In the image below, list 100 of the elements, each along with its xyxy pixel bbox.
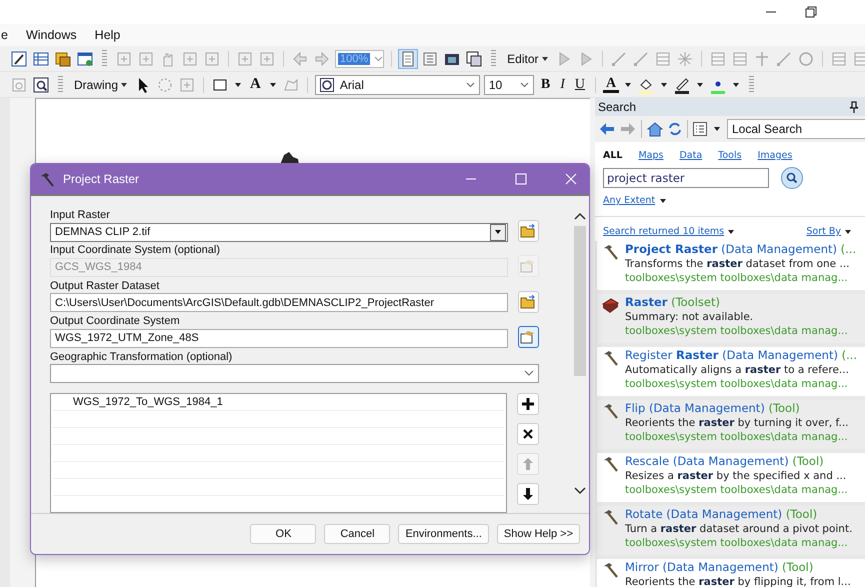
grid-icon[interactable] <box>178 76 196 94</box>
result-title[interactable]: Flip (Data Management) (Tool) <box>625 401 849 416</box>
result-path: toolboxes\system toolboxes\data manag... <box>625 271 849 285</box>
list-item[interactable]: WGS_1972_To_WGS_1984_1 <box>73 396 223 408</box>
line-icon[interactable] <box>774 50 792 68</box>
drawing-menu[interactable]: Drawing <box>71 78 130 92</box>
magnifier-icon[interactable] <box>32 76 50 94</box>
editor-menu[interactable]: Editor <box>504 52 550 66</box>
font-size-combo[interactable]: 10 <box>484 74 534 94</box>
input-field[interactable]: WGS_1972_UTM_Zone_48S <box>50 328 508 348</box>
grid-icon[interactable] <box>852 50 865 68</box>
grid-icon[interactable] <box>708 50 726 68</box>
sort-link[interactable]: Sort By <box>806 226 841 237</box>
result-title[interactable]: Rotate (Data Management) (Tool) <box>625 507 852 522</box>
arrow-icon[interactable] <box>291 50 309 68</box>
dialog-button[interactable]: OK <box>250 524 316 544</box>
add-button[interactable] <box>517 393 539 416</box>
field-label: Input Raster <box>50 208 111 222</box>
forward-icon[interactable] <box>620 122 636 136</box>
input-raster-combo[interactable]: DEMNAS CLIP 2.tif <box>50 222 508 242</box>
grid-icon[interactable] <box>115 50 133 68</box>
search-result[interactable]: Project Raster (Data Management) (... Transforms the raster dataset from one ... toolboxes\system toolboxes\data manag... <box>597 241 865 290</box>
grid-icon[interactable] <box>258 50 276 68</box>
grid-icon[interactable] <box>181 50 199 68</box>
search-result[interactable]: Rotate (Data Management) (Tool) Turn a raster dataset around a pivot point. toolboxes\system toolboxes\data manag... <box>597 506 865 555</box>
format-button[interactable]: B <box>538 76 554 92</box>
menu-item[interactable]: e <box>0 28 9 42</box>
result-title[interactable]: Mirror (Data Management) (Tool) <box>625 560 851 575</box>
remove-button[interactable] <box>517 423 539 446</box>
pencil-icon[interactable] <box>10 50 28 68</box>
result-title[interactable]: Register Raster (Data Management) (... <box>625 348 858 363</box>
menu-item[interactable]: Help <box>94 28 122 42</box>
pin-icon[interactable] <box>849 101 859 113</box>
scroll-up-icon[interactable] <box>574 212 586 220</box>
search-result[interactable]: Mirror (Data Management) (Tool) Reorients the raster by flipping it, from l... <box>597 559 865 587</box>
grid-icon[interactable] <box>654 50 672 68</box>
scrollbar-thumb[interactable] <box>574 226 586 376</box>
dialog-button[interactable]: Environments... <box>398 524 489 544</box>
table-icon[interactable] <box>32 50 50 68</box>
panel-title: Search <box>598 100 636 114</box>
result-title[interactable]: Rescale (Data Management) (Tool) <box>625 454 848 469</box>
input-field[interactable]: C:\Users\User\Documents\ArcGIS\Default.gdb\DEMNASCLIP2_ProjectRaster <box>50 293 508 312</box>
grid-icon[interactable] <box>137 50 155 68</box>
line-icon[interactable] <box>610 50 628 68</box>
toolbox-icon <box>601 296 619 314</box>
result-path: toolboxes\system toolboxes\data manag... <box>625 483 848 497</box>
result-title[interactable]: Raster (Toolset) <box>625 295 848 310</box>
search-result[interactable]: Rescale (Data Management) (Tool) Resizes a raster by the specified x and ... toolboxes\system toolboxes\data manag... <box>597 453 865 502</box>
result-title[interactable]: Project Raster (Data Management) (... <box>625 242 856 257</box>
extent-link[interactable]: Any Extent <box>603 195 656 206</box>
grid-icon[interactable] <box>203 50 221 68</box>
browse-button[interactable] <box>518 326 539 348</box>
line-icon[interactable] <box>632 50 650 68</box>
close-icon[interactable] <box>565 173 577 185</box>
font-color-button[interactable]: A <box>603 76 620 92</box>
grid-icon[interactable] <box>421 50 440 68</box>
search-button[interactable] <box>781 167 803 189</box>
result-description: Automatically aligns a raster to a refere... <box>625 363 850 377</box>
back-icon[interactable] <box>599 122 615 136</box>
restore-icon[interactable] <box>805 6 817 18</box>
dialog-button[interactable]: Show Help >> <box>496 524 580 544</box>
font-icon <box>320 78 334 92</box>
grid-icon[interactable] <box>730 50 748 68</box>
grid-icon[interactable] <box>830 50 848 68</box>
window-icon[interactable] <box>76 50 94 68</box>
search-result[interactable]: Raster (Toolset) Summary: not available. toolboxes\system toolboxes\data manag... <box>597 294 865 343</box>
search-result[interactable]: Register Raster (Data Management) (... Automatically aligns a raster to a refere... toolboxes\system toolboxes\data manag... <box>597 347 865 396</box>
move-down-button[interactable] <box>517 483 539 506</box>
menu-item[interactable]: Windows <box>24 28 78 42</box>
line-color-icon[interactable] <box>673 76 692 94</box>
arrow-icon[interactable] <box>313 50 331 68</box>
text-tool-button[interactable]: A <box>247 76 264 93</box>
search-scope-combo[interactable]: Local Search <box>727 119 865 139</box>
font-combo[interactable]: Arial <box>314 74 480 94</box>
window-icon[interactable] <box>465 50 484 68</box>
field-label: Geographic Transformation (optional) <box>50 350 234 364</box>
font-name: Arial <box>340 78 365 92</box>
home-icon[interactable] <box>647 121 663 137</box>
dropdown-button[interactable] <box>490 224 506 240</box>
format-button[interactable]: U <box>572 76 588 92</box>
search-tab[interactable]: ALL <box>603 150 622 161</box>
scroll-down-icon[interactable] <box>574 487 586 495</box>
search-field[interactable]: project raster <box>603 168 769 188</box>
dialog-button[interactable]: Cancel <box>324 524 390 544</box>
grid-icon[interactable] <box>236 50 254 68</box>
result-count-link[interactable]: Search returned 10 items <box>603 226 724 237</box>
refresh-icon[interactable] <box>668 122 682 136</box>
search-result[interactable]: Flip (Data Management) (Tool) Reorients the raster by turning it over, f... toolboxes\system toolboxes\data manag... <box>597 400 865 449</box>
star-icon[interactable] <box>676 50 694 68</box>
format-button[interactable]: I <box>557 76 568 92</box>
search-tab[interactable]: Images <box>758 150 792 161</box>
search-tab[interactable]: Data <box>679 150 702 161</box>
circle-icon[interactable] <box>796 50 814 68</box>
search-tab[interactable]: Maps <box>638 150 664 161</box>
dropdown-field[interactable] <box>50 364 539 383</box>
chevron-icon <box>374 56 384 62</box>
maximize-icon[interactable] <box>515 173 527 185</box>
page-icon[interactable] <box>399 50 418 68</box>
search-tab[interactable]: Tools <box>718 150 742 161</box>
list-view-icon[interactable] <box>693 122 707 136</box>
